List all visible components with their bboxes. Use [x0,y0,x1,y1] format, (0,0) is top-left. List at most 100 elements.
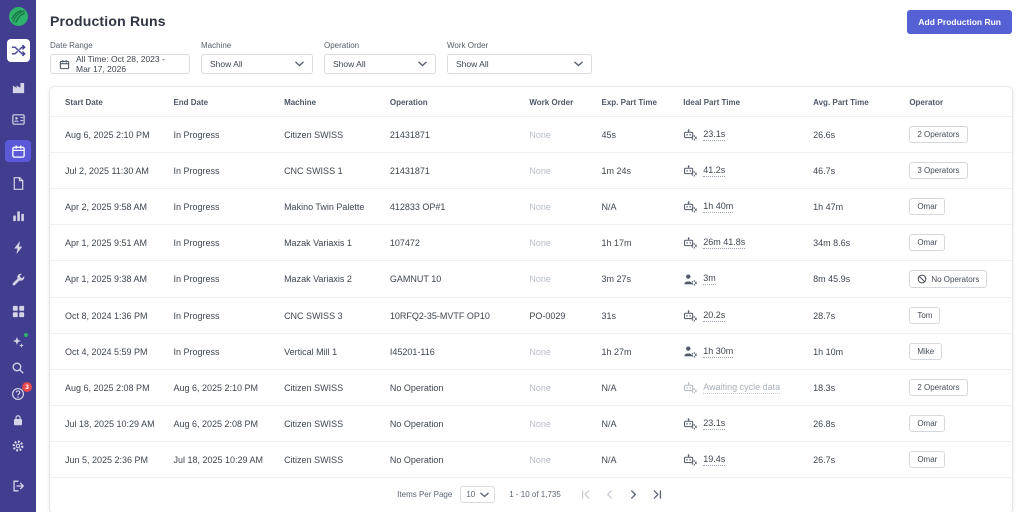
operator-chip[interactable]: 3 Operators [909,162,967,179]
sidebar-item-help[interactable]: 3 [5,384,31,404]
sidebar-item-document[interactable] [5,172,31,194]
ideal-part-time-cell: 20.2s [675,298,805,334]
ideal-part-time-value[interactable]: 20.2s [703,310,725,322]
sidebar-item-search[interactable] [5,358,31,378]
operator-chip-label: 2 Operators [917,130,959,139]
first-page-icon[interactable] [579,488,593,502]
ideal-part-time-value[interactable]: 23.1s [703,418,725,430]
ideal-part-time-value[interactable]: 41.2s [703,165,725,177]
table-row[interactable]: Aug 6, 2025 2:10 PMIn ProgressCitizen SW… [50,117,1012,153]
operator-cell: 3 Operators [901,153,1012,189]
operator-chip[interactable]: Tom [909,307,940,324]
sidebar-item-sparkle[interactable] [5,332,31,352]
operation-cell: 21431871 [382,117,521,153]
ideal-part-time: Awaiting cycle data [683,381,797,394]
operator-chip[interactable]: 2 Operators [909,126,967,143]
operator-chip[interactable]: Omar [909,234,945,251]
machine-select[interactable]: Show All [201,54,313,74]
operator-cell: Omar [901,189,1012,225]
ideal-part-time-value[interactable]: 23.1s [703,129,725,141]
sidebar-bottom-nav: 3 [5,332,31,502]
table-row[interactable]: Jul 18, 2025 10:29 AMAug 6, 2025 2:08 PM… [50,406,1012,442]
machine-cell: Makino Twin Palette [276,189,382,225]
sidebar-item-grid[interactable] [5,300,31,322]
table-row[interactable]: Apr 2, 2025 9:58 AMIn ProgressMakino Twi… [50,189,1012,225]
operator-cell: Tom [901,298,1012,334]
ideal-part-time-value[interactable]: Awaiting cycle data [703,382,780,394]
table-row[interactable]: Jul 2, 2025 11:30 AMIn ProgressCNC SWISS… [50,153,1012,189]
robot-icon [683,236,697,249]
avg-part-time-cell: 26.6s [805,117,901,153]
ideal-part-time: 41.2s [683,164,797,177]
operation-select[interactable]: Show All [324,54,436,74]
operator-chip[interactable]: Omar [909,451,945,468]
table-row[interactable]: Aug 6, 2025 2:08 PMAug 6, 2025 2:10 PMCi… [50,370,1012,406]
sidebar-item-factory[interactable] [5,76,31,98]
items-per-page-value: 10 [466,490,475,499]
ideal-part-time-value[interactable]: 1h 30m [703,346,733,358]
sidebar-item-lock[interactable] [5,410,31,430]
sidebar-top-nav [5,39,31,332]
last-page-icon[interactable] [651,488,665,502]
operator-chip[interactable]: Omar [909,198,945,215]
ideal-part-time-value[interactable]: 19.4s [703,454,725,466]
ideal-part-time-cell: 1h 40m [675,189,805,225]
work-order-select[interactable]: Show All [447,54,592,74]
document-icon [11,176,26,191]
end-date-cell: Jul 18, 2025 10:29 AM [165,442,276,478]
ideal-part-time-cell: 23.1s [675,117,805,153]
ideal-part-time-value[interactable]: 3m [703,273,716,285]
machine-cell: Mazak Variaxis 1 [276,225,382,261]
next-page-icon[interactable] [627,488,641,502]
operator-chip[interactable]: 2 Operators [909,379,967,396]
ideal-part-time-value[interactable]: 1h 40m [703,201,733,213]
main-content: Production Runs Add Production Run Date … [36,0,1024,512]
operator-chip-label: 2 Operators [917,383,959,392]
table-row[interactable]: Apr 1, 2025 9:38 AMIn ProgressMazak Vari… [50,261,1012,298]
sidebar-item-gear[interactable] [5,436,31,456]
exp-part-time-cell: N/A [594,189,676,225]
exp-part-time-cell: N/A [594,370,676,406]
sidebar-item-lightning[interactable] [5,236,31,258]
exp-part-time-cell: 31s [594,298,676,334]
start-date-cell: Jul 2, 2025 11:30 AM [50,153,165,189]
sidebar-item-bar-chart[interactable] [5,204,31,226]
ideal-part-time: 1h 40m [683,200,797,213]
table-row[interactable]: Apr 1, 2025 9:51 AMIn ProgressMazak Vari… [50,225,1012,261]
operator-chip-label: Omar [917,238,937,247]
ideal-part-time-cell: 19.4s [675,442,805,478]
add-production-run-button[interactable]: Add Production Run [907,10,1012,34]
ideal-part-time-value[interactable]: 26m 41.8s [703,237,745,249]
operator-cell: Omar [901,225,1012,261]
calendar-icon [11,144,26,159]
sidebar-item-wrench[interactable] [5,268,31,290]
machine-cell: CNC SWISS 3 [276,298,382,334]
sidebar-item-logout[interactable] [5,476,31,496]
previous-page-icon[interactable] [603,488,617,502]
column-header: Avg. Part Time [805,87,901,117]
items-per-page-select[interactable]: 10 [460,486,495,503]
sidebar-item-calendar[interactable] [5,140,31,162]
operator-cell: No Operators [901,261,1012,298]
filter-work-order: Work Order Show All [447,41,592,74]
operator-chip-label: Tom [917,311,932,320]
operator-chip[interactable]: Omar [909,415,945,432]
operator-chip[interactable]: Mike [909,343,942,360]
avg-part-time-cell: 8m 45.9s [805,261,901,298]
operator-chip-label: Omar [917,419,937,428]
operation-label: Operation [324,41,436,50]
work-order-cell: None [521,117,593,153]
sidebar-item-shuffle[interactable] [7,39,30,62]
table-row[interactable]: Oct 4, 2024 5:59 PMIn ProgressVertical M… [50,334,1012,370]
table-row[interactable]: Oct 8, 2024 1:36 PMIn ProgressCNC SWISS … [50,298,1012,334]
sidebar-item-badge[interactable] [5,108,31,130]
date-range-picker[interactable]: All Time: Oct 28, 2023 - Mar 17, 2026 [50,54,190,74]
robot-icon [683,200,697,213]
bar-chart-icon [11,208,26,223]
operator-chip[interactable]: No Operators [909,270,987,288]
table-row[interactable]: Jun 5, 2025 2:36 PMJul 18, 2025 10:29 AM… [50,442,1012,478]
operation-cell: 10RFQ2-35-MVTF OP10 [382,298,521,334]
date-range-value: All Time: Oct 28, 2023 - Mar 17, 2026 [76,54,181,74]
column-header: Start Date [50,87,165,117]
end-date-cell: In Progress [165,334,276,370]
